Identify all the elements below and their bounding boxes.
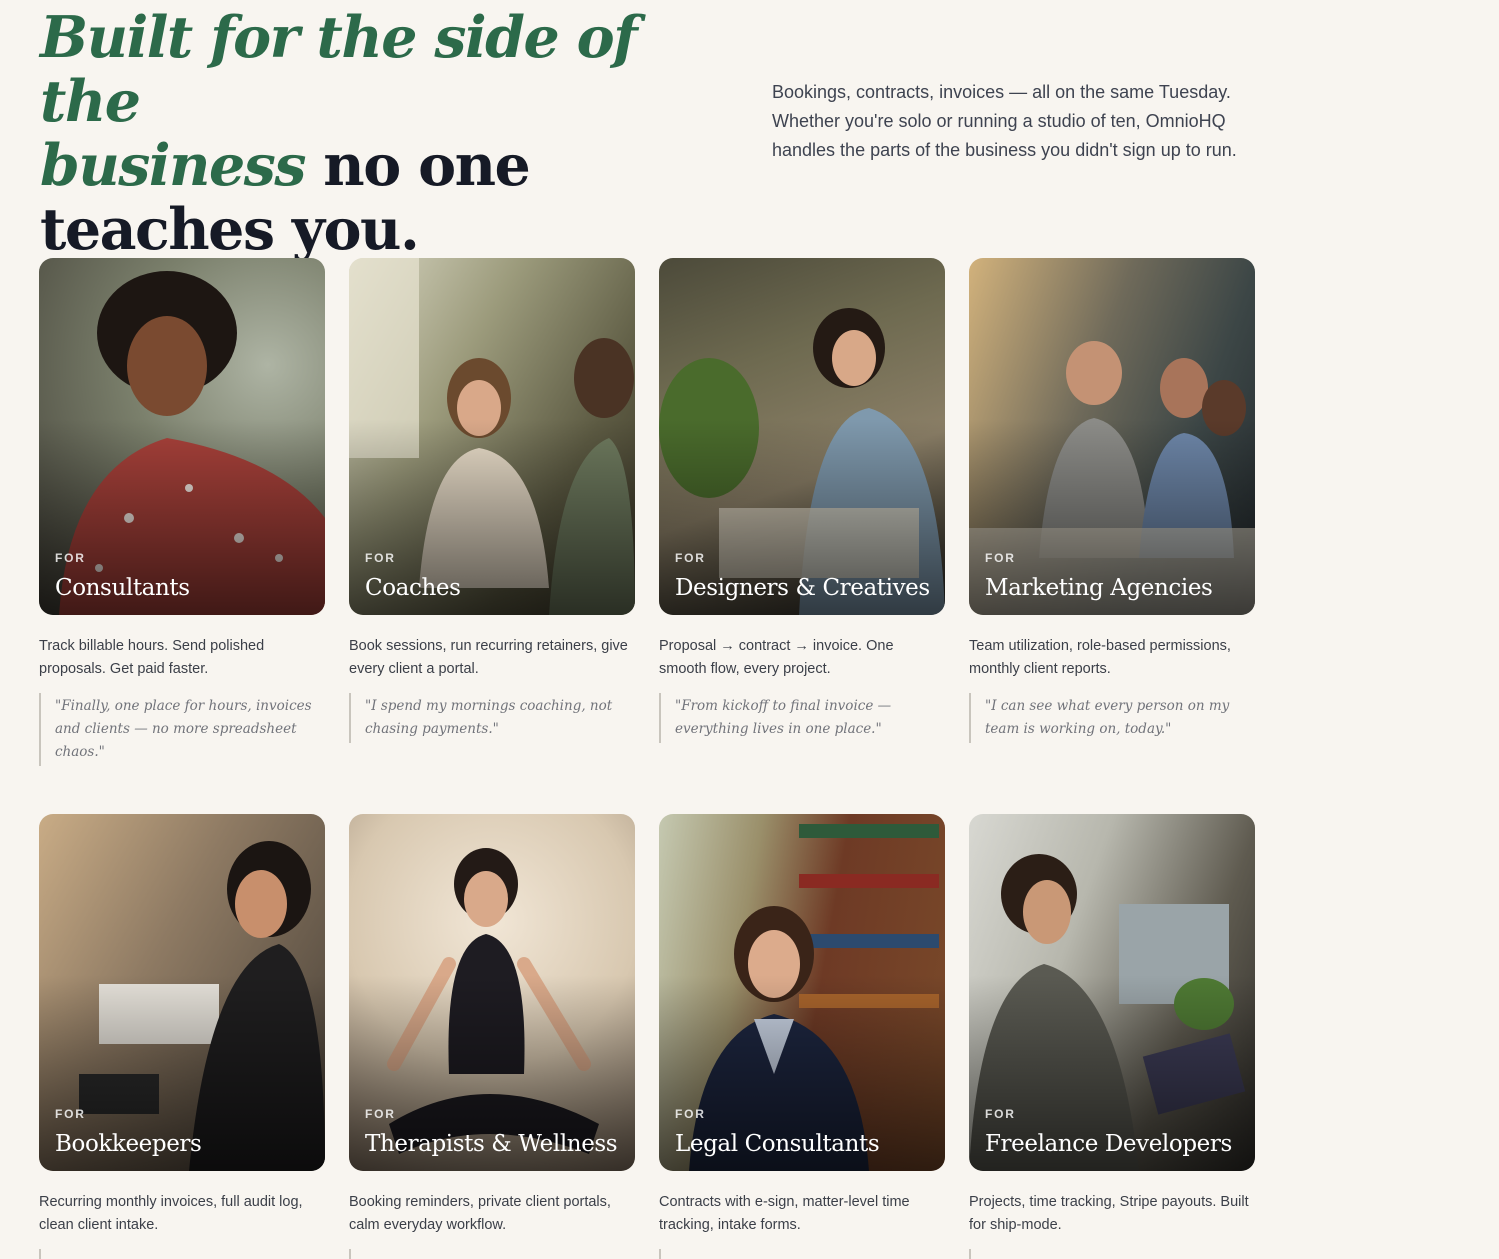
- card-photo: FOR Designers & Creatives: [659, 258, 945, 615]
- audience-card-consultants[interactable]: FOR Consultants Track billable hours. Se…: [39, 258, 325, 766]
- card-description: Proposal → contract → invoice. One smoot…: [659, 638, 894, 677]
- audience-card-designers[interactable]: FOR Designers & Creatives Proposal → con…: [659, 258, 945, 766]
- card-description: Recurring monthly invoices, full audit l…: [39, 1194, 303, 1233]
- card-title: Designers & Creatives: [675, 575, 930, 601]
- card-quote: "From kickoff to final invoice — everyth…: [659, 693, 945, 743]
- audience-card-legal-consultants[interactable]: FOR Legal Consultants Contracts with e-s…: [659, 814, 945, 1259]
- card-photo: FOR Bookkeepers: [39, 814, 325, 1171]
- card-title: Consultants: [55, 575, 190, 601]
- card-title: Bookkeepers: [55, 1131, 202, 1157]
- card-eyebrow: FOR: [55, 1107, 86, 1121]
- audience-card-bookkeepers[interactable]: FOR Bookkeepers Recurring monthly invoic…: [39, 814, 325, 1259]
- card-photo: FOR Freelance Developers: [969, 814, 1255, 1171]
- card-eyebrow: FOR: [55, 551, 86, 565]
- card-title: Marketing Agencies: [985, 575, 1213, 601]
- card-quote: [659, 1249, 945, 1259]
- card-photo: FOR Marketing Agencies: [969, 258, 1255, 615]
- audience-card-coaches[interactable]: FOR Coaches Book sessions, run recurring…: [349, 258, 635, 766]
- card-description: Team utilization, role-based permissions…: [969, 638, 1231, 677]
- card-photo: FOR Legal Consultants: [659, 814, 945, 1171]
- audience-card-marketing-agencies[interactable]: FOR Marketing Agencies Team utilization,…: [969, 258, 1255, 766]
- card-description: Contracts with e-sign, matter-level time…: [659, 1194, 910, 1233]
- card-description: Projects, time tracking, Stripe payouts.…: [969, 1194, 1249, 1233]
- card-photo: FOR Coaches: [349, 258, 635, 615]
- card-description: Booking reminders, private client portal…: [349, 1194, 611, 1233]
- hero-title-accent-word: business: [40, 132, 306, 199]
- card-quote: [969, 1249, 1255, 1259]
- card-title: Therapists & Wellness: [365, 1131, 618, 1157]
- hero-title: Built for the side of the business no one…: [40, 6, 730, 262]
- audience-grid: FOR Consultants Track billable hours. Se…: [39, 258, 1255, 1259]
- card-eyebrow: FOR: [985, 551, 1016, 565]
- card-title: Legal Consultants: [675, 1131, 880, 1157]
- card-eyebrow: FOR: [365, 551, 396, 565]
- audience-card-therapists[interactable]: FOR Therapists & Wellness Booking remind…: [349, 814, 635, 1259]
- card-quote: "Finally, one place for hours, invoices …: [39, 693, 325, 766]
- card-eyebrow: FOR: [985, 1107, 1016, 1121]
- card-quote: "I can see what every person on my team …: [969, 693, 1255, 743]
- card-quote: [349, 1249, 635, 1259]
- card-description: Track billable hours. Send polished prop…: [39, 638, 265, 677]
- card-eyebrow: FOR: [675, 1107, 706, 1121]
- card-eyebrow: FOR: [365, 1107, 396, 1121]
- card-eyebrow: FOR: [675, 551, 706, 565]
- hero-title-accent-line: Built for the side of the: [40, 4, 638, 135]
- card-quote: [39, 1249, 325, 1259]
- card-quote: "I spend my mornings coaching, not chasi…: [349, 693, 635, 743]
- card-title: Coaches: [365, 575, 461, 601]
- card-description: Book sessions, run recurring retainers, …: [349, 638, 628, 677]
- hero-description: Bookings, contracts, invoices — all on t…: [772, 82, 1237, 160]
- card-photo: FOR Therapists & Wellness: [349, 814, 635, 1171]
- card-photo: FOR Consultants: [39, 258, 325, 615]
- audience-card-freelance-developers[interactable]: FOR Freelance Developers Projects, time …: [969, 814, 1255, 1259]
- card-title: Freelance Developers: [985, 1131, 1232, 1157]
